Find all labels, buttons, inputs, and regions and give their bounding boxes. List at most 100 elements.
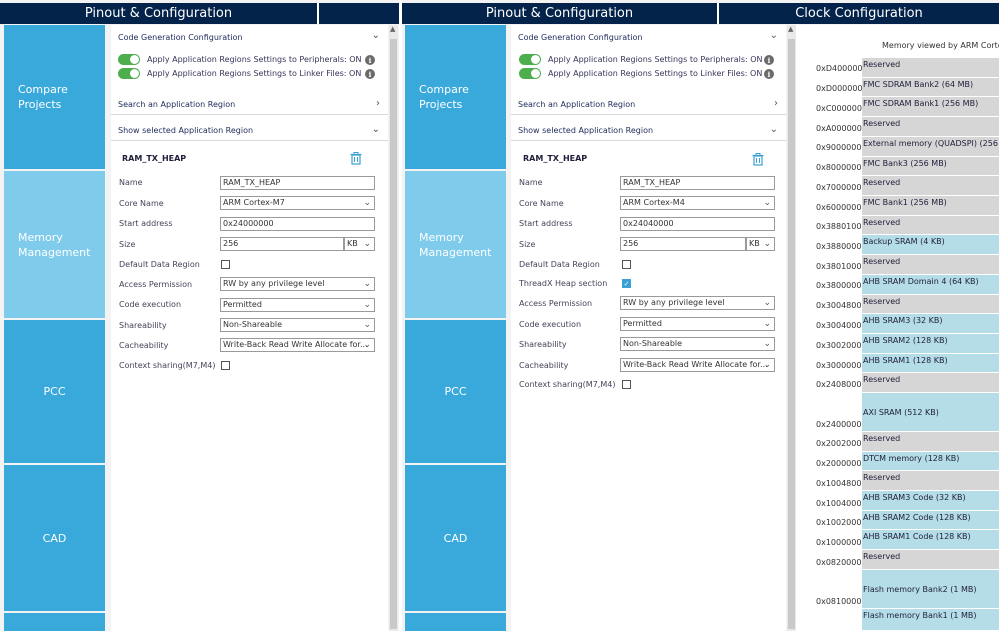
memory-block[interactable]: AHB SRAM3 (32 KB): [862, 314, 999, 334]
default-data-region-checkbox[interactable]: [622, 260, 631, 269]
name-input[interactable]: RAM_TX_HEAP: [220, 176, 375, 190]
sidebar-item-label: Compare Projects: [18, 83, 68, 111]
trash-icon[interactable]: [350, 152, 362, 165]
toggle-peripherals[interactable]: [519, 54, 541, 65]
scroll-thumb[interactable]: [788, 39, 795, 629]
start-address-input[interactable]: 0x24040000: [620, 217, 775, 231]
memory-block[interactable]: Flash memory Bank1 (1 MB): [862, 609, 999, 631]
memory-address-label: 0x90000000: [816, 143, 867, 152]
memory-block[interactable]: Reserved: [862, 373, 999, 393]
toggle-linker[interactable]: [118, 68, 140, 79]
size-input[interactable]: 256: [620, 237, 746, 251]
section-show-selected[interactable]: Show selected Application Region ⌄: [111, 121, 388, 141]
sidebar-item-cad[interactable]: CAD: [405, 465, 506, 611]
tab-pinout-configuration[interactable]: Pinout & Configuration: [402, 3, 717, 24]
trash-icon[interactable]: [752, 153, 764, 166]
memory-block[interactable]: Flash memory Bank2 (1 MB): [862, 570, 999, 609]
memory-block[interactable]: Reserved: [862, 471, 999, 491]
memory-address-label: 0x10040000: [816, 499, 867, 508]
memory-block[interactable]: FMC SDRAM Bank1 (256 MB): [862, 97, 999, 117]
memory-block[interactable]: External memory (QUADSPI) (256 M: [862, 137, 999, 157]
tab-placeholder[interactable]: [319, 3, 399, 24]
memory-block[interactable]: Backup SRAM (4 KB): [862, 235, 999, 255]
size-unit-select[interactable]: KB ⌄: [746, 237, 775, 251]
core-name-select[interactable]: ARM Cortex-M7 ⌄: [220, 196, 375, 210]
chevron-down-icon: ⌄: [371, 124, 380, 135]
tab-clock-configuration[interactable]: Clock Configuration: [719, 3, 999, 24]
section-code-generation[interactable]: Code Generation Configuration ⌄: [111, 27, 388, 47]
threadx-heap-checkbox[interactable]: ✓: [622, 279, 631, 288]
memory-block[interactable]: Reserved: [862, 295, 999, 314]
memory-block[interactable]: FMC SDRAM Bank2 (64 MB): [862, 78, 999, 97]
start-address-input[interactable]: 0x24000000: [220, 217, 375, 231]
code-execution-select[interactable]: Permitted ⌄: [220, 298, 375, 312]
size-input[interactable]: 256: [220, 237, 344, 251]
section-show-selected[interactable]: Show selected Application Region ⌄: [511, 121, 786, 141]
memory-address-label: 0xA0000000: [816, 124, 867, 133]
memory-address-label: 0x30020000: [816, 341, 867, 350]
memory-block[interactable]: AHB SRAM Domain 4 (64 KB): [862, 275, 999, 295]
access-permission-select[interactable]: RW by any privilege level ⌄: [220, 277, 375, 291]
sidebar-item-more[interactable]: [405, 613, 506, 631]
code-execution-select[interactable]: Permitted ⌄: [620, 317, 775, 331]
cacheability-select[interactable]: Write-Back Read Write Allocate for... ⌄: [620, 358, 775, 372]
toggle-linker[interactable]: [519, 68, 541, 79]
memory-block[interactable]: Reserved: [862, 216, 999, 235]
section-code-generation[interactable]: Code Generation Configuration ⌄: [511, 27, 786, 47]
vertical-scrollbar[interactable]: ▲: [389, 25, 398, 631]
sidebar-item-pcc[interactable]: PCC: [405, 320, 506, 463]
default-data-region-checkbox[interactable]: [221, 260, 230, 269]
memory-block[interactable]: AHB SRAM1 (128 KB): [862, 354, 999, 373]
scroll-up-icon[interactable]: ▲: [390, 25, 395, 33]
sidebar-item-memory-management[interactable]: Memory Management: [4, 171, 105, 318]
name-input[interactable]: RAM_TX_HEAP: [620, 176, 775, 190]
cacheability-select[interactable]: Write-Back Read Write Allocate for... ⌄: [220, 338, 375, 352]
section-search-region[interactable]: Search an Application Region ›: [111, 95, 388, 115]
core-name-select[interactable]: ARM Cortex-M4 ⌄: [620, 196, 775, 210]
memory-address-label: 0x24080000: [816, 380, 867, 389]
info-icon[interactable]: i: [764, 55, 774, 65]
section-label: Code Generation Configuration: [118, 32, 243, 42]
memory-block[interactable]: AHB SRAM3 Code (32 KB): [862, 491, 999, 511]
sidebar-item-cad[interactable]: CAD: [4, 465, 105, 611]
memory-block[interactable]: AHB SRAM2 (128 KB): [862, 334, 999, 354]
memory-block[interactable]: Reserved: [862, 58, 999, 78]
memory-block[interactable]: Reserved: [862, 176, 999, 196]
shareability-select[interactable]: Non-Shareable ⌄: [620, 337, 775, 351]
sidebar-item-more[interactable]: [4, 613, 105, 631]
memory-block[interactable]: AHB SRAM2 Code (128 KB): [862, 511, 999, 530]
info-icon[interactable]: i: [764, 69, 774, 79]
sidebar-item-pcc[interactable]: PCC: [4, 320, 105, 463]
size-unit-select[interactable]: KB ⌄: [344, 237, 375, 251]
access-permission-label: Access Permission: [519, 299, 593, 308]
sidebar-item-compare-projects[interactable]: Compare Projects: [405, 25, 506, 169]
memory-address-label: 0x38000000: [816, 281, 867, 290]
tab-pinout-configuration[interactable]: Pinout & Configuration: [0, 3, 317, 24]
context-sharing-checkbox[interactable]: [221, 361, 230, 370]
memory-block[interactable]: FMC Bank1 (256 MB): [862, 196, 999, 216]
sidebar-item-compare-projects[interactable]: Compare Projects: [4, 25, 105, 169]
context-sharing-checkbox[interactable]: [622, 380, 631, 389]
memory-block[interactable]: Reserved: [862, 117, 999, 137]
memory-block[interactable]: Reserved: [862, 432, 999, 452]
scroll-thumb[interactable]: [390, 39, 397, 629]
size-label: Size: [519, 240, 536, 249]
access-permission-select[interactable]: RW by any privilege level ⌄: [620, 296, 775, 310]
memory-block[interactable]: AXI SRAM (512 KB): [862, 393, 999, 432]
memory-block[interactable]: Reserved: [862, 550, 999, 570]
core-name-label: Core Name: [519, 199, 564, 208]
chevron-right-icon: ›: [376, 98, 380, 109]
memory-block[interactable]: Reserved: [862, 255, 999, 275]
info-icon[interactable]: i: [365, 69, 375, 79]
memory-block[interactable]: FMC Bank3 (256 MB): [862, 157, 999, 176]
section-search-region[interactable]: Search an Application Region ›: [511, 95, 786, 115]
toggle-peripherals[interactable]: [118, 54, 140, 65]
memory-block[interactable]: DTCM memory (128 KB): [862, 452, 999, 471]
tab-label: Pinout & Configuration: [84, 6, 233, 21]
scroll-up-icon[interactable]: ▲: [788, 25, 793, 33]
sidebar-item-memory-management[interactable]: Memory Management: [405, 171, 506, 318]
shareability-select[interactable]: Non-Shareable ⌄: [220, 318, 375, 332]
memory-block[interactable]: AHB SRAM1 Code (128 KB): [862, 530, 999, 550]
info-icon[interactable]: i: [365, 55, 375, 65]
vertical-scrollbar[interactable]: ▲: [787, 25, 796, 631]
